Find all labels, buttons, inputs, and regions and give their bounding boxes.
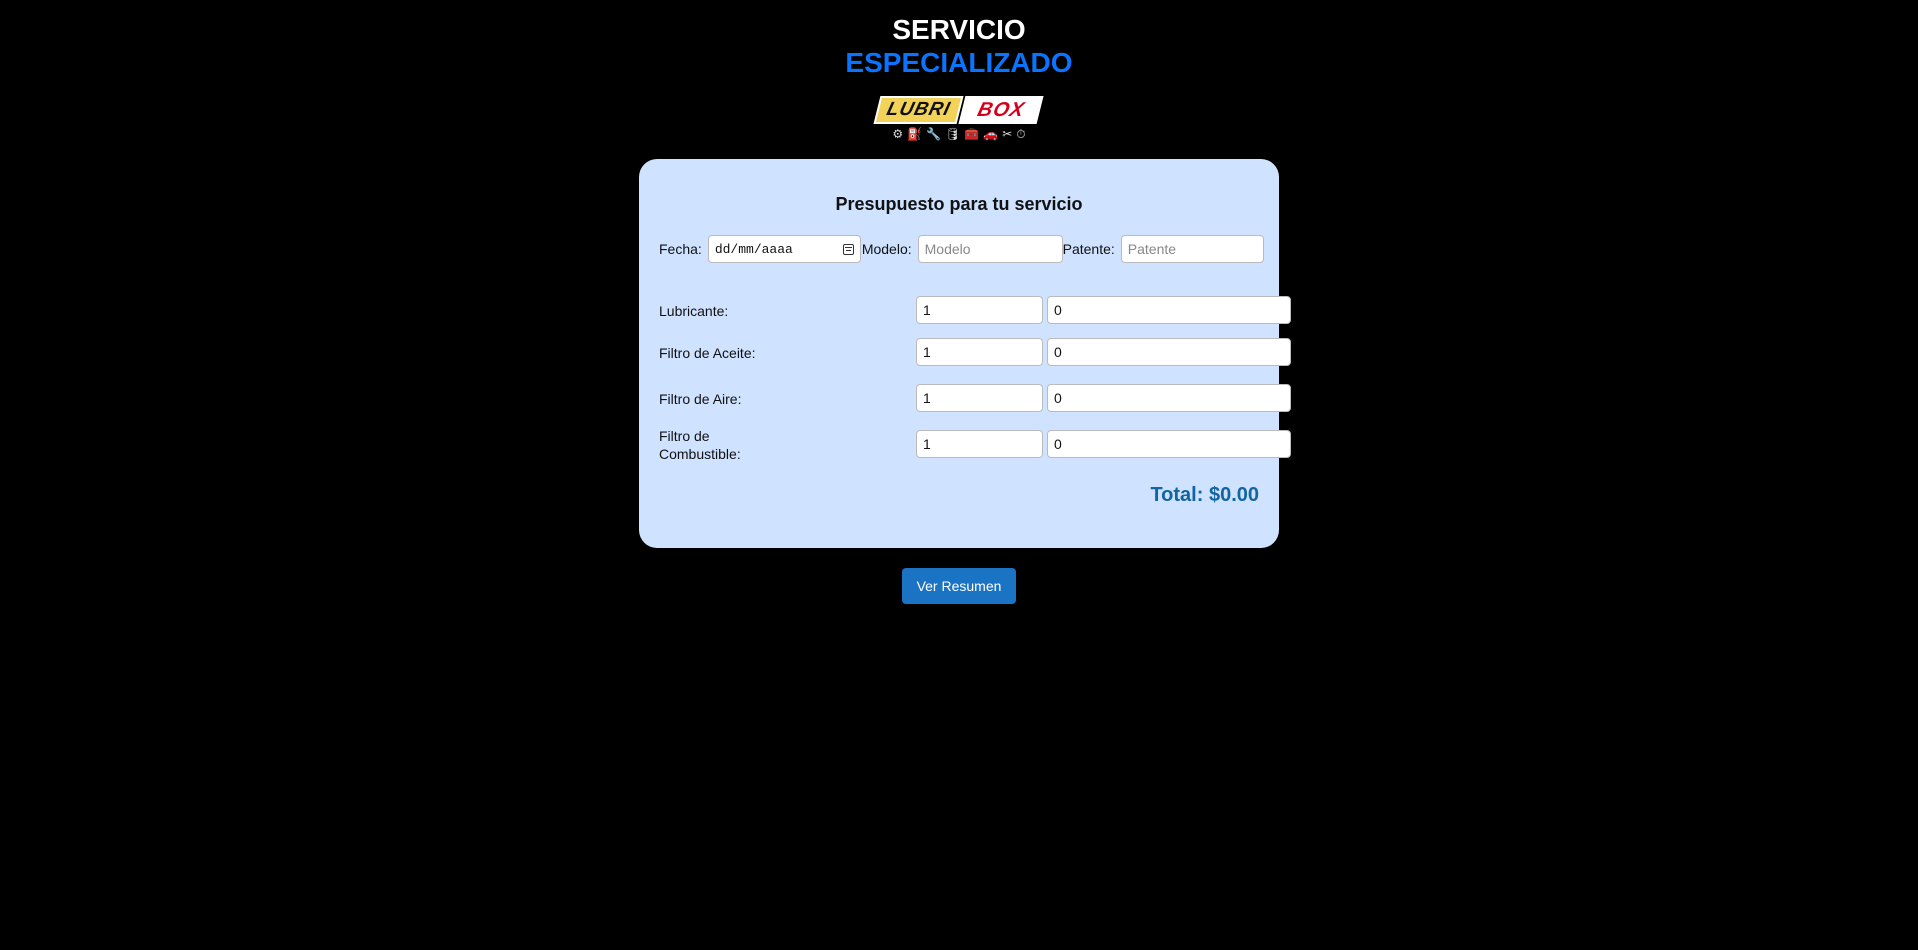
page-header: SERVICIO ESPECIALIZADO LUBRI BOX ⚙ ⛽ 🔧 🛢… — [0, 0, 1918, 147]
qty-input[interactable] — [916, 296, 1043, 324]
item-row-filtro-aceite: Filtro de Aceite: — [659, 338, 1291, 368]
car-icon: 🚗 — [983, 127, 999, 141]
logo-box-text: BOX — [958, 96, 1045, 124]
scissors-icon: ✂ — [1002, 127, 1013, 141]
ver-resumen-button[interactable]: Ver Resumen — [902, 568, 1016, 604]
item-row-filtro-combustible: Filtro de Combustible: — [659, 428, 1291, 462]
total-amount: Total: $0.00 — [1150, 484, 1259, 506]
price-input[interactable] — [1047, 296, 1291, 324]
lubribox-logo: LUBRI BOX ⚙ ⛽ 🔧 🛢 🧰 🚗 ✂ ⏱ — [859, 96, 1059, 147]
wrench-icon: 🔧 — [926, 127, 942, 141]
price-input[interactable] — [1047, 430, 1291, 458]
timer-icon: ⏱ — [1016, 127, 1026, 141]
fecha-input[interactable]: dd/mm/aaaa — [707, 235, 861, 263]
title-servicio: SERVICIO — [892, 14, 1026, 45]
item-label: Filtro de Aire: — [659, 391, 742, 407]
title-especializado: ESPECIALIZADO — [845, 47, 1073, 78]
fecha-label: Fecha: — [659, 241, 702, 257]
price-input[interactable] — [1047, 338, 1291, 366]
card-title: Presupuesto para tu servicio — [835, 194, 1083, 214]
fuel-icon: ⛽ — [907, 127, 923, 141]
patente-label: Patente: — [1062, 241, 1115, 257]
qty-input[interactable] — [916, 338, 1043, 366]
gear-icon: ⚙ — [892, 127, 904, 141]
qty-input[interactable] — [916, 430, 1043, 458]
vehicle-info-row: Fecha: dd/mm/aaaa Modelo: Patente: — [659, 235, 1264, 263]
modelo-label: Modelo: — [861, 241, 912, 257]
price-input[interactable] — [1047, 384, 1291, 412]
logo-lubri-text: LUBRI — [873, 96, 964, 124]
fecha-placeholder: dd/mm/aaaa — [714, 241, 793, 257]
item-label: Filtro de Combustible: — [659, 428, 741, 462]
item-label: Filtro de Aceite: — [659, 345, 756, 361]
item-row-filtro-aire: Filtro de Aire: — [659, 384, 1291, 414]
modelo-input[interactable] — [917, 235, 1063, 263]
item-row-lubricante: Lubricante: — [659, 296, 1291, 326]
qty-input[interactable] — [916, 384, 1043, 412]
budget-card: Presupuesto para tu servicio Fecha: dd/m… — [639, 159, 1291, 548]
calendar-icon[interactable] — [842, 243, 854, 255]
item-label: Lubricante: — [659, 303, 729, 319]
patente-input[interactable] — [1120, 235, 1264, 263]
logo-service-icons: ⚙ ⛽ 🔧 🛢 🧰 🚗 ✂ ⏱ — [859, 127, 1059, 141]
toolbox-icon: 🧰 — [964, 127, 980, 141]
oil-drum-icon: 🛢 — [945, 127, 961, 141]
